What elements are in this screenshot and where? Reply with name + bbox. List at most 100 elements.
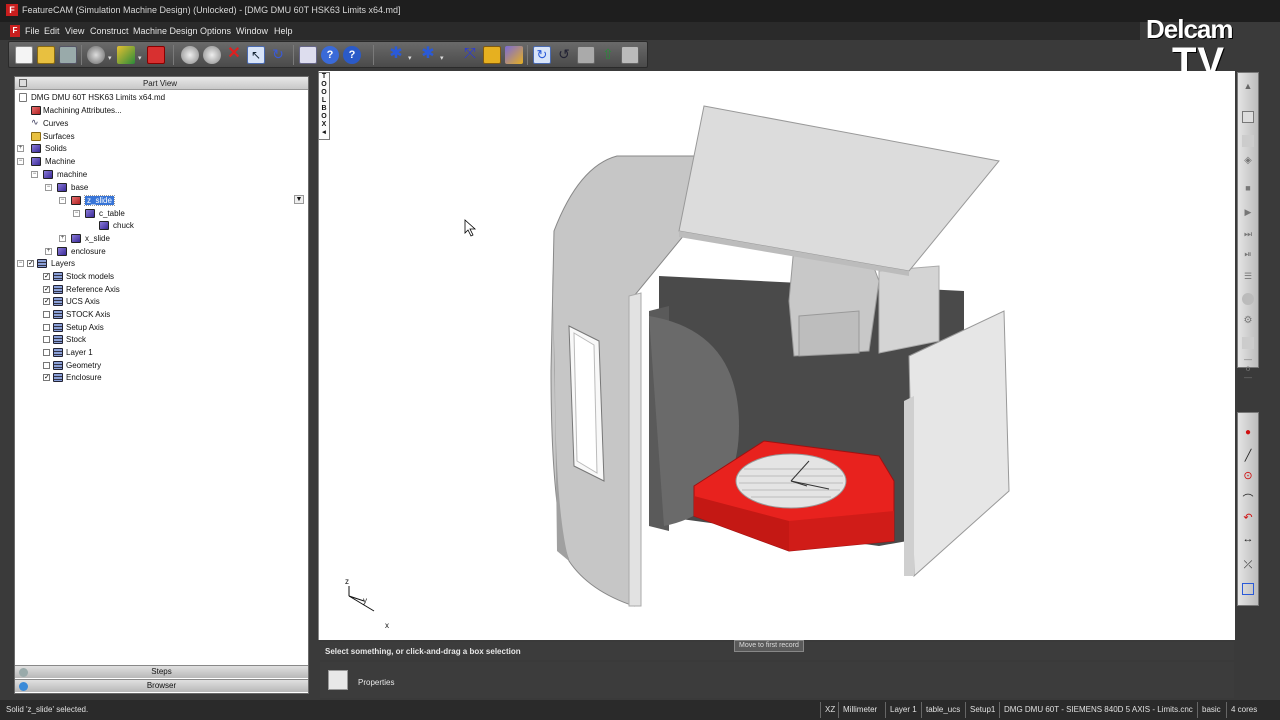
- collapse-icon[interactable]: −: [17, 158, 24, 165]
- part-view-title: Part View: [142, 79, 178, 88]
- collapse-icon[interactable]: −: [73, 210, 80, 217]
- layer-checkbox[interactable]: ✓: [43, 298, 50, 305]
- axis-star-icon[interactable]: ✱: [387, 46, 405, 64]
- undo-icon[interactable]: [181, 46, 199, 64]
- rotate-icon[interactable]: ↻: [269, 46, 287, 64]
- stop-icon[interactable]: ■: [1242, 183, 1254, 195]
- end-icon[interactable]: ⏯: [1242, 249, 1254, 261]
- point-icon[interactable]: ●: [1242, 427, 1254, 439]
- arc-icon[interactable]: ⌒: [1242, 491, 1254, 506]
- machine-model[interactable]: z y x: [319, 71, 1235, 640]
- layer-checkbox[interactable]: ✓: [43, 273, 50, 280]
- redo-icon[interactable]: [203, 46, 221, 64]
- status-post-processor[interactable]: DMG DMU 60T - SIEMENS 840D 5 AXIS - Limi…: [999, 702, 1197, 718]
- layer-checkbox[interactable]: [43, 362, 50, 369]
- trim-icon[interactable]: ⤫: [1242, 559, 1254, 571]
- step-forward-icon[interactable]: ⏭: [1242, 229, 1254, 241]
- list-icon[interactable]: ☰: [1242, 271, 1254, 283]
- expand-icon[interactable]: +: [17, 145, 24, 152]
- menu-construct[interactable]: Construct: [90, 26, 129, 36]
- tool-icon[interactable]: [1242, 293, 1254, 305]
- steps-tab[interactable]: Steps: [15, 665, 308, 678]
- new-file-icon[interactable]: [15, 46, 33, 64]
- gear-icon[interactable]: ⚙: [1242, 315, 1254, 327]
- status-units[interactable]: Millimeter: [838, 702, 881, 718]
- toolbar-separator: [527, 45, 528, 65]
- save-icon[interactable]: [59, 46, 77, 64]
- axis-star-icon[interactable]: ✱: [419, 46, 437, 64]
- whats-this-help-icon[interactable]: ?: [321, 46, 339, 64]
- chevron-down-icon[interactable]: ▾: [138, 54, 142, 62]
- open-folder-icon[interactable]: [37, 46, 55, 64]
- menu-help[interactable]: Help: [274, 26, 293, 36]
- chevron-down-icon[interactable]: ▾: [108, 54, 112, 62]
- slider-icon[interactable]: —o—: [1242, 355, 1254, 382]
- machine-design-icon[interactable]: [147, 46, 165, 64]
- status-layer[interactable]: Layer 1: [885, 702, 921, 718]
- tree-label: Stock: [66, 335, 87, 344]
- cube-view-icon[interactable]: ◈: [1242, 155, 1254, 167]
- globe-icon[interactable]: [87, 46, 105, 64]
- document-menu-icon[interactable]: F: [10, 25, 20, 37]
- right-toolbar-construct: ● ╱ ⊙ ⌒ ↶ ↔ ⤫: [1237, 412, 1259, 606]
- calculator-icon[interactable]: [299, 46, 317, 64]
- eject-icon[interactable]: ▲: [1242, 81, 1254, 93]
- collapse-icon[interactable]: −: [31, 171, 38, 178]
- layer-checkbox[interactable]: [43, 311, 50, 318]
- box-solid-icon[interactable]: [505, 46, 523, 64]
- copy-component-icon[interactable]: [621, 46, 639, 64]
- toolbox-tab[interactable]: T O O L B O X ◂: [318, 72, 330, 140]
- rectangle-icon[interactable]: [1242, 583, 1254, 595]
- curve-icon[interactable]: ↶: [1242, 511, 1254, 524]
- status-mode[interactable]: basic: [1197, 702, 1225, 718]
- view-icon[interactable]: [1242, 135, 1254, 147]
- menu-window[interactable]: Window: [236, 26, 268, 36]
- collapse-icon[interactable]: −: [45, 184, 52, 191]
- circle-icon[interactable]: ⊙: [1242, 469, 1254, 482]
- machining-attributes-icon: [31, 106, 41, 115]
- fold-tool-icon[interactable]: ⤧: [461, 46, 479, 64]
- refresh-icon[interactable]: ↻: [533, 46, 551, 64]
- browser-tab[interactable]: Browser: [15, 679, 308, 692]
- layer-checkbox[interactable]: [43, 324, 50, 331]
- rotate-axis-icon[interactable]: ↺: [555, 46, 573, 64]
- solid-icon: [43, 170, 53, 179]
- chevron-down-icon[interactable]: ▾: [440, 54, 444, 62]
- layer-checkbox[interactable]: [43, 336, 50, 343]
- collapse-icon[interactable]: −: [17, 260, 24, 267]
- fit-view-icon[interactable]: [1242, 111, 1254, 123]
- 3d-view-icon[interactable]: [117, 46, 135, 64]
- expand-icon[interactable]: +: [59, 235, 66, 242]
- construct-solid-icon[interactable]: [483, 46, 501, 64]
- delete-icon[interactable]: ✕: [225, 46, 243, 64]
- menu-edit[interactable]: Edit: [44, 26, 60, 36]
- menu-options[interactable]: Options: [200, 26, 231, 36]
- layer-checkbox[interactable]: ✓: [43, 374, 50, 381]
- status-ucs[interactable]: table_ucs: [921, 702, 964, 718]
- status-setup[interactable]: Setup1: [965, 702, 999, 718]
- collapse-icon[interactable]: −: [59, 197, 66, 204]
- menu-bar: F File Edit View Construct Machine Desig…: [0, 22, 1140, 40]
- layer-checkbox[interactable]: [43, 349, 50, 356]
- menu-machine-design[interactable]: Machine Design: [133, 26, 198, 36]
- tree-dropdown-arrow-icon[interactable]: ▼: [294, 195, 304, 204]
- menu-file[interactable]: File: [25, 26, 40, 36]
- layer-checkbox[interactable]: ✓: [43, 286, 50, 293]
- line-icon[interactable]: ╱: [1242, 449, 1254, 462]
- expand-icon[interactable]: +: [45, 248, 52, 255]
- properties-icon[interactable]: [328, 670, 348, 690]
- chevron-down-icon[interactable]: ▾: [408, 54, 412, 62]
- dimension-icon[interactable]: ↔: [1242, 533, 1254, 545]
- tree-label: Stock models: [66, 272, 115, 281]
- select-arrow-icon[interactable]: ↖: [247, 46, 265, 64]
- 3d-viewport[interactable]: z y x: [318, 71, 1235, 640]
- move-component-icon[interactable]: [577, 46, 595, 64]
- play-icon[interactable]: ▶: [1242, 207, 1254, 219]
- status-plane[interactable]: XZ: [820, 702, 839, 718]
- status-cores[interactable]: 4 cores: [1226, 702, 1261, 718]
- layers-checkbox[interactable]: ✓: [27, 260, 34, 267]
- surface-view-icon[interactable]: [1242, 337, 1254, 349]
- translate-icon[interactable]: ⇧: [599, 46, 617, 64]
- help-icon[interactable]: ?: [343, 46, 361, 64]
- menu-view[interactable]: View: [65, 26, 84, 36]
